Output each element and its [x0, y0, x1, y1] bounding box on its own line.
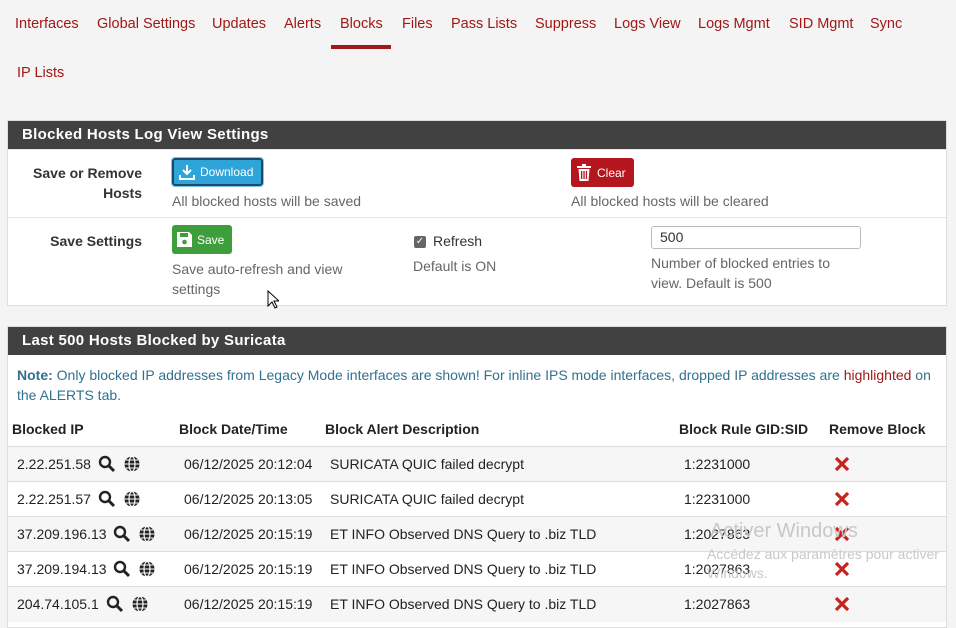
- table-row: 37.209.194.13 06/12/2025 20:15:19 ET INF…: [8, 551, 946, 587]
- clear-label: Clear: [597, 165, 626, 180]
- clear-help: All blocked hosts will be cleared: [571, 193, 769, 209]
- globe-icon[interactable]: [123, 455, 141, 473]
- gid-sid: 1:2231000: [684, 491, 751, 507]
- tab-updates[interactable]: Updates: [212, 0, 266, 48]
- blocked-hosts-panel: Last 500 Hosts Blocked by Suricata Note:…: [7, 326, 947, 628]
- blocked-hosts-title: Last 500 Hosts Blocked by Suricata: [8, 327, 946, 355]
- gid-sid: 1:2231000: [684, 456, 751, 472]
- save-button[interactable]: Save: [172, 225, 233, 254]
- download-icon: [179, 165, 195, 180]
- refresh-help: Default is ON: [413, 258, 497, 274]
- block-datetime: 06/12/2025 20:12:04: [184, 456, 313, 472]
- note-text: Only blocked IP addresses from Legacy Mo…: [52, 367, 844, 383]
- col-block-datetime[interactable]: Block Date/Time: [179, 421, 288, 437]
- table-row: 204.74.105.1 06/12/2025 20:15:19 ET INFO…: [8, 586, 946, 622]
- remove-icon[interactable]: [834, 526, 850, 542]
- tab-pass-lists[interactable]: Pass Lists: [451, 0, 517, 48]
- refresh-label: Refresh: [433, 233, 483, 249]
- tab-sid-mgmt[interactable]: SID Mgmt: [789, 0, 853, 48]
- search-icon[interactable]: [98, 455, 116, 473]
- blocked-ip: 37.209.196.13: [17, 526, 107, 542]
- active-tab-indicator: [331, 45, 391, 49]
- globe-icon[interactable]: [138, 525, 156, 543]
- alert-description: SURICATA QUIC failed decrypt: [330, 456, 524, 472]
- settings-panel-title: Blocked Hosts Log View Settings: [8, 121, 946, 149]
- table-row: 2.22.251.57 06/12/2025 20:13:05 SURICATA…: [8, 481, 946, 517]
- settings-panel: Blocked Hosts Log View Settings Save or …: [7, 120, 947, 309]
- search-icon[interactable]: [106, 595, 124, 613]
- col-blocked-ip[interactable]: Blocked IP: [12, 421, 84, 437]
- clear-button[interactable]: Clear: [571, 158, 634, 187]
- tab-interfaces[interactable]: Interfaces: [15, 0, 79, 48]
- alert-description: ET INFO Observed DNS Query to .biz TLD: [330, 526, 597, 542]
- save-remove-label: Save or Remove Hosts: [8, 163, 142, 203]
- tab-ip-lists[interactable]: IP Lists: [17, 49, 64, 97]
- tab-blocks[interactable]: Blocks: [340, 0, 383, 48]
- tab-global-settings[interactable]: Global Settings: [97, 0, 195, 48]
- tab-files[interactable]: Files: [402, 0, 433, 48]
- col-alert-description[interactable]: Block Alert Description: [325, 421, 479, 437]
- blocked-ip: 2.22.251.57: [17, 491, 91, 507]
- download-button[interactable]: Download: [170, 157, 265, 187]
- remove-icon[interactable]: [834, 456, 850, 472]
- entries-help: Number of blocked entries to view. Defau…: [651, 253, 851, 293]
- block-datetime: 06/12/2025 20:13:05: [184, 491, 313, 507]
- block-datetime: 06/12/2025 20:15:19: [184, 561, 313, 577]
- block-datetime: 06/12/2025 20:15:19: [184, 526, 313, 542]
- save-settings-row: Save Settings Save Save auto-refresh and…: [8, 217, 946, 305]
- globe-icon[interactable]: [138, 560, 156, 578]
- trash-icon: [577, 164, 591, 181]
- tab-logs-view[interactable]: Logs View: [614, 0, 681, 48]
- gid-sid: 1:2027863: [684, 561, 751, 577]
- tab-sync[interactable]: Sync: [870, 0, 902, 48]
- gid-sid: 1:2027863: [684, 526, 751, 542]
- tab-logs-mgmt[interactable]: Logs Mgmt: [698, 0, 770, 48]
- remove-icon[interactable]: [834, 596, 850, 612]
- block-datetime: 06/12/2025 20:15:19: [184, 596, 313, 612]
- download-label: Download: [200, 165, 254, 179]
- save-settings-label: Save Settings: [50, 233, 142, 249]
- save-help-line1: Save auto-refresh and view: [172, 261, 343, 277]
- entries-help-line2: view. Default is 500: [651, 275, 772, 291]
- blocked-ip: 204.74.105.1: [17, 596, 99, 612]
- tab-bar: Interfaces Global Settings Updates Alert…: [0, 0, 956, 100]
- search-icon[interactable]: [98, 490, 116, 508]
- search-icon[interactable]: [113, 525, 131, 543]
- alert-description: ET INFO Observed DNS Query to .biz TLD: [330, 596, 597, 612]
- table-row: 2.22.251.58 06/12/2025 20:12:04 SURICATA…: [8, 446, 946, 482]
- globe-icon[interactable]: [123, 490, 141, 508]
- save-label: Save: [197, 232, 225, 247]
- refresh-checkbox[interactable]: ✓: [414, 236, 426, 248]
- entries-help-line1: Number of blocked entries to: [651, 255, 830, 271]
- alert-description: SURICATA QUIC failed decrypt: [330, 491, 524, 507]
- blocked-ip: 37.209.194.13: [17, 561, 107, 577]
- note-label: Note:: [17, 367, 53, 383]
- alert-description: ET INFO Observed DNS Query to .biz TLD: [330, 561, 597, 577]
- download-help: All blocked hosts will be saved: [172, 193, 362, 209]
- remove-icon[interactable]: [834, 561, 850, 577]
- legacy-mode-note: Note: Only blocked IP addresses from Leg…: [17, 365, 932, 405]
- entries-input[interactable]: 500: [651, 226, 861, 249]
- col-remove-block: Remove Block: [829, 421, 926, 437]
- blocked-ip: 2.22.251.58: [17, 456, 91, 472]
- tab-alerts[interactable]: Alerts: [284, 0, 321, 48]
- note-highlight: highlighted: [843, 367, 912, 383]
- mouse-cursor-icon: [267, 290, 279, 309]
- col-gid-sid[interactable]: Block Rule GID:SID: [679, 421, 808, 437]
- table-row: 37.209.196.13 06/12/2025 20:15:19 ET INF…: [8, 516, 946, 552]
- save-remove-row: Save or Remove Hosts Download All blocke…: [8, 149, 946, 217]
- search-icon[interactable]: [113, 560, 131, 578]
- globe-icon[interactable]: [131, 595, 149, 613]
- tab-suppress[interactable]: Suppress: [535, 0, 596, 48]
- save-remove-label-line1: Save or Remove: [33, 165, 142, 181]
- save-icon: [177, 232, 192, 247]
- remove-icon[interactable]: [834, 491, 850, 507]
- gid-sid: 1:2027863: [684, 596, 751, 612]
- save-remove-label-line2: Hosts: [103, 185, 142, 201]
